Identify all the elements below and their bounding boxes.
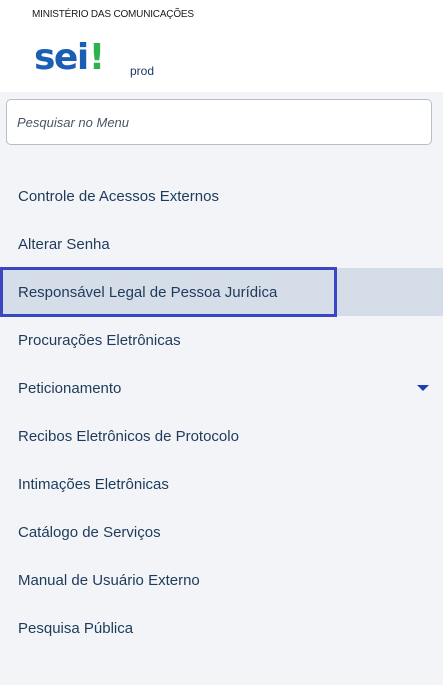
- menu-item-label: Intimações Eletrônicas: [18, 475, 169, 493]
- menu-item-intimacoes-eletronicas[interactable]: Intimações Eletrônicas: [0, 460, 443, 508]
- menu-item-procuracoes-eletronicas[interactable]: Procurações Eletrônicas: [0, 316, 443, 364]
- menu-item-label: Controle de Acessos Externos: [18, 187, 219, 205]
- menu-item-catalogo-servicos[interactable]: Catálogo de Serviços: [0, 508, 443, 556]
- menu-item-recibos-eletronicos[interactable]: Recibos Eletrônicos de Protocolo: [0, 412, 443, 460]
- logo-text: sei: [34, 37, 89, 78]
- sei-logo[interactable]: sei!: [34, 36, 105, 76]
- menu-item-label: Alterar Senha: [18, 235, 110, 253]
- menu-item-label: Recibos Eletrônicos de Protocolo: [18, 427, 239, 445]
- menu-item-alterar-senha[interactable]: Alterar Senha: [0, 220, 443, 268]
- menu-item-manual-usuario-externo[interactable]: Manual de Usuário Externo: [0, 556, 443, 604]
- header: MINISTÉRIO DAS COMUNICAÇÕES sei! prod: [0, 0, 443, 92]
- menu-item-pesquisa-publica[interactable]: Pesquisa Pública: [0, 604, 443, 652]
- environment-label: prod: [130, 64, 155, 78]
- menu-item-responsavel-legal[interactable]: Responsável Legal de Pessoa Jurídica: [0, 267, 443, 317]
- menu-item-label: Responsável Legal de Pessoa Jurídica: [18, 283, 278, 301]
- menu-item-controle-acessos-externos[interactable]: Controle de Acessos Externos: [0, 172, 443, 220]
- menu-item-label: Peticionamento: [18, 379, 122, 397]
- side-menu: Controle de Acessos Externos Alterar Sen…: [0, 172, 443, 652]
- menu-item-label: Procurações Eletrônicas: [18, 331, 181, 349]
- menu-item-label: Catálogo de Serviços: [18, 523, 161, 541]
- menu-item-label: Manual de Usuário Externo: [18, 571, 200, 589]
- menu-search: [6, 99, 432, 145]
- menu-item-label: Pesquisa Pública: [18, 619, 134, 637]
- menu-item-peticionamento[interactable]: Peticionamento: [0, 364, 443, 412]
- chevron-down-icon[interactable]: [417, 385, 429, 391]
- logo-mark: !: [88, 37, 106, 78]
- search-input[interactable]: [6, 99, 432, 145]
- org-name: MINISTÉRIO DAS COMUNICAÇÕES: [32, 9, 194, 20]
